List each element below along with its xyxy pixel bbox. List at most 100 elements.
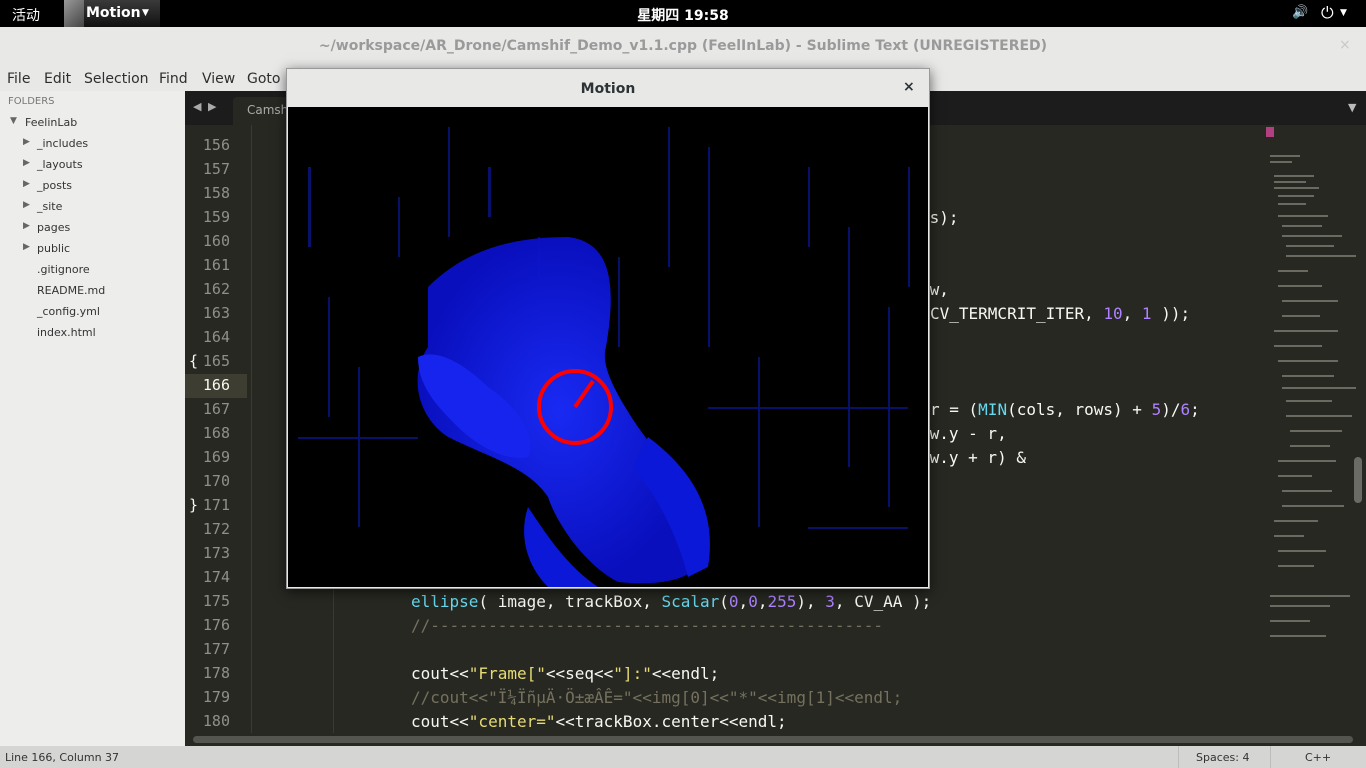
line-number: 162	[202, 280, 230, 298]
sidebar-file[interactable]: _config.yml	[0, 302, 185, 322]
tab-next-icon[interactable]: ▶	[208, 100, 216, 113]
line-number: 179	[202, 688, 230, 706]
sidebar-item-label: _site	[37, 200, 63, 213]
chevron-down-icon: ▼	[10, 116, 17, 126]
code-line-167: r = (MIN(cols, rows) + 5)/6;	[930, 400, 1200, 419]
cursor-position: Line 166, Column 37	[5, 751, 120, 764]
line-number-current: 166	[202, 376, 230, 394]
code-line-179: //cout<<"Ï¼ÏñµÄ·Ö±æÂÊ="<<img[0]<<"*"<<im…	[411, 688, 903, 707]
line-number: 167	[202, 400, 230, 418]
power-icon[interactable]: ⏻	[1321, 3, 1334, 23]
menu-goto[interactable]: Goto	[247, 71, 280, 87]
line-number: 176	[202, 616, 230, 634]
chevron-right-icon: ▶	[23, 179, 30, 189]
sidebar-item-label: FeelinLab	[25, 116, 78, 129]
line-number: 157	[202, 160, 230, 178]
sidebar-folder[interactable]: ▶ _posts	[0, 176, 185, 196]
line-number: 180	[202, 712, 230, 730]
motion-video-frame	[288, 107, 928, 587]
chevron-right-icon: ▶	[23, 221, 30, 231]
line-number: 158	[202, 184, 230, 202]
menu-selection[interactable]: Selection	[84, 71, 149, 87]
minimap-preview	[1266, 127, 1356, 637]
line-number: 161	[202, 256, 230, 274]
sidebar-item-label: index.html	[37, 326, 96, 339]
window-title-bar: ~/workspace/AR_Drone/Camshif_Demo_v1.1.c…	[0, 27, 1366, 67]
status-divider	[1270, 746, 1271, 768]
window-title: ~/workspace/AR_Drone/Camshif_Demo_v1.1.c…	[318, 38, 1048, 54]
chevron-right-icon: ▶	[23, 200, 30, 210]
sidebar: FOLDERS ▼ FeelinLab ▶ _includes ▶ _layou…	[0, 91, 185, 746]
indentation-setting[interactable]: Spaces: 4	[1196, 751, 1249, 764]
line-gutter: 156 157 158 159 160 161 162 163 164 165 …	[185, 125, 247, 733]
tab-overflow-icon[interactable]: ▼	[1348, 101, 1356, 114]
sidebar-root-folder[interactable]: ▼ FeelinLab	[0, 113, 185, 133]
sidebar-folder[interactable]: ▶ _layouts	[0, 155, 185, 175]
line-number: 156	[202, 136, 230, 154]
sidebar-item-label: public	[37, 242, 71, 255]
code-line-176: //--------------------------------------…	[411, 616, 884, 635]
line-number: 174	[202, 568, 230, 586]
indent-guide	[251, 125, 252, 733]
motion-window[interactable]: Motion ×	[286, 68, 930, 589]
sidebar-item-label: .gitignore	[37, 263, 90, 276]
fold-open-marker[interactable]: {	[189, 352, 198, 370]
line-number: 170	[202, 472, 230, 490]
code-line-169: ow.y + r) &	[920, 448, 1026, 467]
sidebar-item-label: pages	[37, 221, 71, 234]
motion-window-title: Motion	[580, 81, 636, 97]
line-number: 172	[202, 520, 230, 538]
fold-close-marker[interactable]: }	[189, 496, 198, 514]
sidebar-folder[interactable]: ▶ _includes	[0, 134, 185, 154]
volume-icon[interactable]: 🔊	[1292, 5, 1308, 20]
status-divider	[1178, 746, 1179, 768]
line-number: 169	[202, 448, 230, 466]
line-number: 159	[202, 208, 230, 226]
clock[interactable]: 星期四 19:58	[0, 5, 1366, 25]
tab-prev-icon[interactable]: ◀	[193, 100, 201, 113]
vertical-scrollbar[interactable]	[1354, 457, 1362, 503]
close-icon[interactable]: ×	[903, 79, 915, 95]
status-bar: Line 166, Column 37 Spaces: 4 C++	[0, 746, 1366, 768]
sidebar-file[interactable]: .gitignore	[0, 260, 185, 280]
sidebar-folder[interactable]: ▶ public	[0, 239, 185, 259]
sidebar-file[interactable]: README.md	[0, 281, 185, 301]
close-icon[interactable]: ×	[1339, 37, 1351, 53]
sidebar-item-label: _includes	[37, 137, 89, 150]
line-number: 164	[202, 328, 230, 346]
code-line-168: ow.y - r,	[920, 424, 1007, 443]
syntax-setting[interactable]: C++	[1305, 751, 1331, 764]
sidebar-folder[interactable]: ▶ pages	[0, 218, 185, 238]
horizontal-scrollbar[interactable]	[185, 733, 1366, 746]
line-number: 177	[202, 640, 230, 658]
minimap[interactable]	[1266, 125, 1366, 733]
line-number: 160	[202, 232, 230, 250]
code-line-178: cout<<"Frame["<<seq<<"]:"<<endl;	[411, 664, 720, 683]
motion-frame-image	[298, 127, 910, 587]
menu-view[interactable]: View	[202, 71, 235, 87]
menu-edit[interactable]: Edit	[44, 71, 71, 87]
chevron-right-icon: ▶	[23, 137, 30, 147]
menu-file[interactable]: File	[7, 71, 30, 87]
chevron-down-icon: ▼	[1340, 8, 1347, 18]
chevron-right-icon: ▶	[23, 242, 30, 252]
sidebar-item-label: README.md	[37, 284, 106, 297]
code-line-175: ellipse( image, trackBox, Scalar(0,0,255…	[411, 592, 932, 611]
chevron-right-icon: ▶	[23, 158, 30, 168]
menu-find[interactable]: Find	[159, 71, 188, 87]
line-number: 173	[202, 544, 230, 562]
line-number: 178	[202, 664, 230, 682]
line-number: 163	[202, 304, 230, 322]
code-line-180: cout<<"center="<<trackBox.center<<endl;	[411, 712, 787, 731]
line-number: 168	[202, 424, 230, 442]
gnome-top-bar: 活动 Motion ▼ 星期四 19:58 🔊 ⏻ ▼	[0, 0, 1366, 27]
folders-header: FOLDERS	[8, 96, 55, 107]
horizontal-scrollbar-thumb[interactable]	[193, 736, 1353, 743]
code-line-163: CV_TERMCRIT_ITER, 10, 1 ));	[930, 304, 1191, 323]
sidebar-folder[interactable]: ▶ _site	[0, 197, 185, 217]
sidebar-item-label: _config.yml	[37, 305, 100, 318]
sidebar-item-label: _layouts	[37, 158, 83, 171]
sidebar-item-label: _posts	[37, 179, 72, 192]
sidebar-file[interactable]: index.html	[0, 323, 185, 343]
line-number: 175	[202, 592, 230, 610]
